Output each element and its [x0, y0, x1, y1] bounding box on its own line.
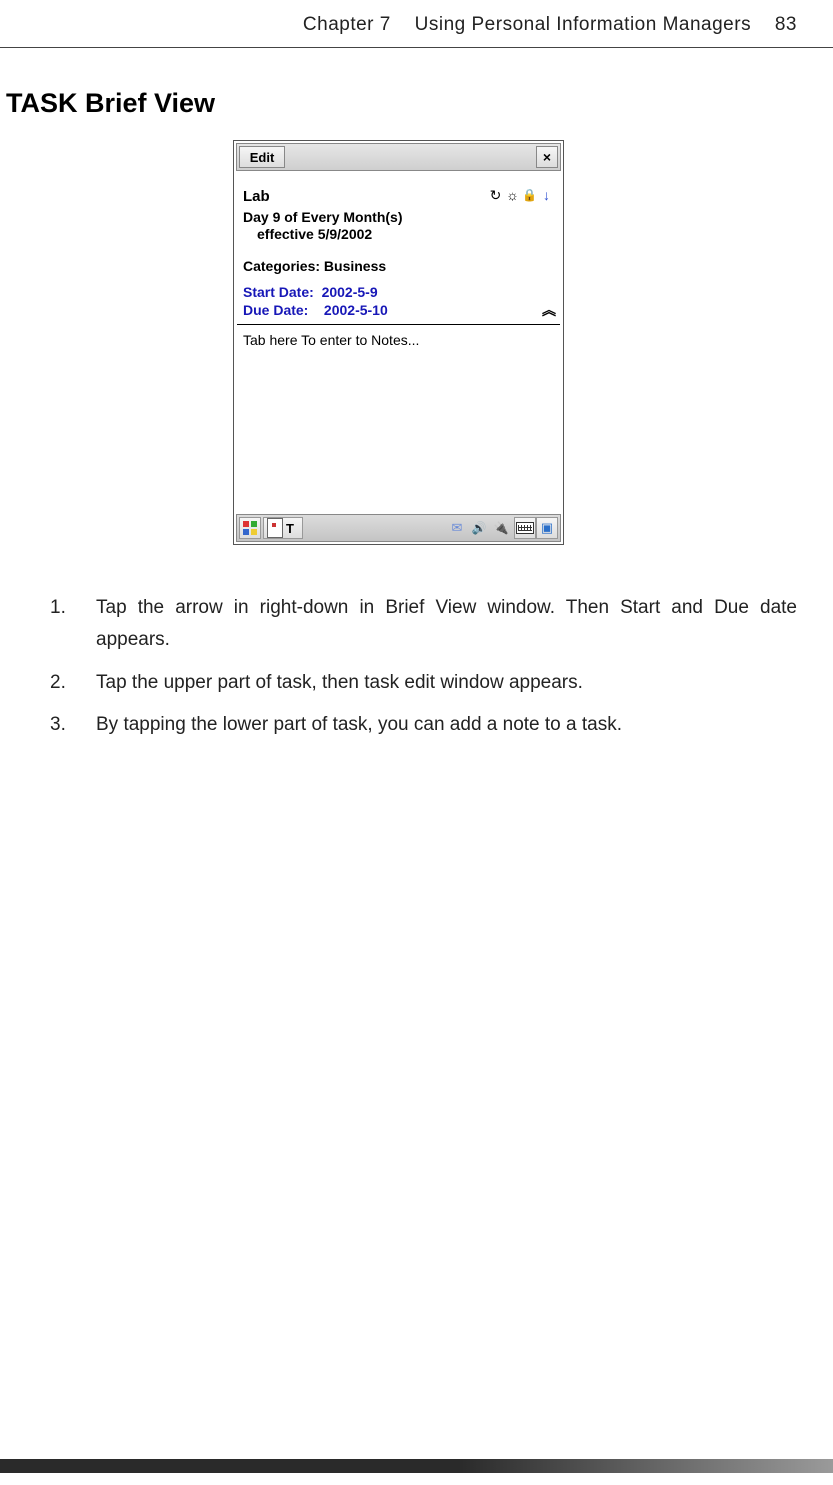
mail-tray-icon[interactable]: ✉: [446, 517, 468, 539]
chapter-label: Chapter 7: [303, 14, 391, 35]
step-text: Tap the arrow in right-down in Brief Vie…: [96, 592, 797, 657]
sound-tray-icon[interactable]: 🔊: [468, 517, 490, 539]
close-icon[interactable]: ×: [536, 146, 558, 168]
due-date-line[interactable]: Due Date: 2002-5-10: [243, 302, 388, 318]
step-text: Tap the upper part of task, then task ed…: [96, 667, 797, 699]
footer-bar: [0, 1459, 833, 1473]
list-item: 2. Tap the upper part of task, then task…: [50, 667, 797, 699]
step-number: 1.: [50, 592, 96, 657]
start-button[interactable]: [239, 517, 261, 539]
menubar: Edit ×: [236, 143, 561, 171]
recurrence-line1[interactable]: Day 9 of Every Month(s): [243, 208, 402, 226]
taskbar: T ✉ 🔊 🔌 ▣: [236, 514, 561, 542]
lock-icon[interactable]: 🔒: [522, 189, 537, 201]
alarm-icon[interactable]: ☼: [505, 188, 520, 202]
start-date-line[interactable]: Start Date: 2002-5-9: [243, 284, 378, 300]
section-heading: TASK Brief View: [6, 88, 215, 119]
recurrence-line2[interactable]: effective 5/9/2002: [257, 226, 372, 242]
start-date-label: Start Date:: [243, 284, 314, 300]
task-name[interactable]: Lab: [243, 188, 270, 205]
plug-tray-icon[interactable]: 🔌: [490, 517, 512, 539]
due-date-value: 2002-5-10: [324, 302, 388, 318]
instruction-list: 1. Tap the arrow in right-down in Brief …: [50, 592, 797, 751]
chapter-title: Using Personal Information Managers: [415, 14, 751, 35]
task-view-body: Lab ↻ ☼ 🔒 ↓ Day 9 of Every Month(s) effe…: [237, 174, 560, 511]
list-item: 3. By tapping the lower part of task, yo…: [50, 709, 797, 741]
screenshot-figure: Edit × Lab ↻ ☼ 🔒 ↓ Day 9 of Every Month(…: [233, 140, 564, 545]
collapse-chevron-icon[interactable]: ︽: [542, 300, 554, 320]
edit-menu-button[interactable]: Edit: [239, 146, 285, 168]
clipboard-icon: [267, 518, 283, 538]
sync-icon[interactable]: ↻: [488, 188, 503, 202]
windows-flag-icon: [243, 521, 257, 535]
due-date-label: Due Date:: [243, 302, 308, 318]
separator-line: [237, 324, 560, 325]
step-number: 3.: [50, 709, 96, 741]
keyboard-icon: [516, 522, 534, 534]
header-text: Chapter 7 Using Personal Information Man…: [303, 14, 797, 36]
notes-placeholder[interactable]: Tab here To enter to Notes...: [243, 332, 419, 348]
task-status-icons: ↻ ☼ 🔒 ↓: [488, 188, 554, 202]
window-button[interactable]: ▣: [536, 517, 558, 539]
step-number: 2.: [50, 667, 96, 699]
task-t-label: T: [286, 521, 294, 536]
page-header: Chapter 7 Using Personal Information Man…: [0, 0, 833, 48]
arrow-down-icon[interactable]: ↓: [539, 188, 554, 202]
task-app-button[interactable]: T: [263, 517, 303, 539]
start-date-value: 2002-5-9: [322, 284, 378, 300]
page-number: 83: [775, 14, 797, 35]
list-item: 1. Tap the arrow in right-down in Brief …: [50, 592, 797, 657]
categories-line[interactable]: Categories: Business: [243, 258, 386, 274]
step-text: By tapping the lower part of task, you c…: [96, 709, 797, 741]
keyboard-sip-button[interactable]: [514, 517, 536, 539]
